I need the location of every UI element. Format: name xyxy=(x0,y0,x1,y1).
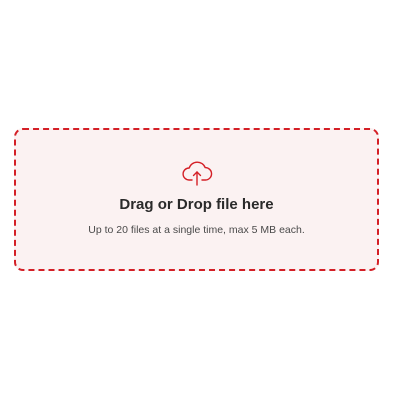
file-dropzone[interactable]: Drag or Drop file here Up to 20 files at… xyxy=(14,128,379,271)
dropzone-title: Drag or Drop file here xyxy=(119,196,274,213)
dropzone-subtitle: Up to 20 files at a single time, max 5 M… xyxy=(88,224,305,236)
cloud-upload-icon xyxy=(181,161,212,186)
